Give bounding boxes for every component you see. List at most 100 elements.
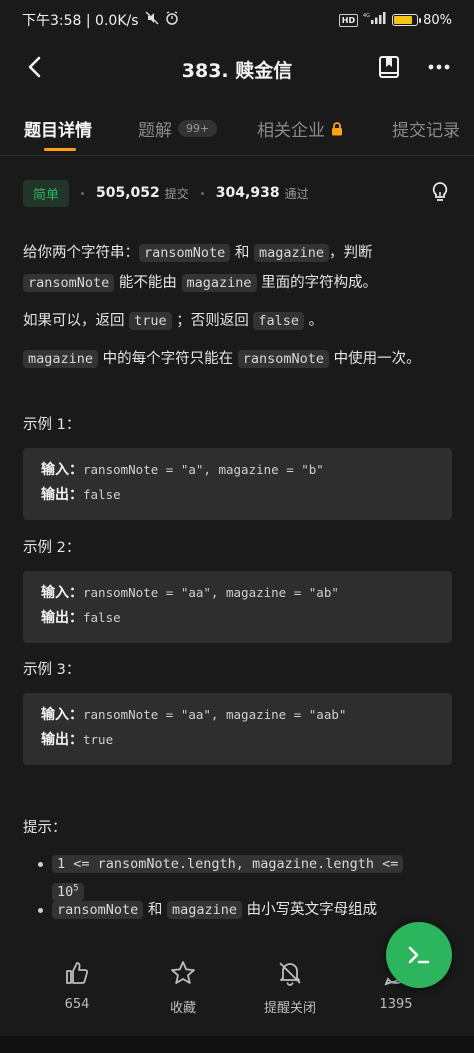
hint-lightbulb-button[interactable] (431, 181, 449, 207)
inline-code: ransomNote (23, 274, 115, 292)
example-output: true (83, 732, 114, 747)
battery-icon (392, 14, 422, 26)
example-input: ransomNote = "a", magazine = "b" (83, 462, 324, 477)
tab-companies-label: 相关企业 (257, 121, 325, 141)
difficulty-badge: 简单 (23, 179, 70, 207)
example-1-title: 示例 1： (23, 417, 81, 433)
text: 和 (147, 902, 163, 918)
text: 给你两个字符串： (23, 245, 139, 261)
more-button[interactable] (424, 52, 454, 82)
favorite-button[interactable]: 收藏 (138, 957, 228, 1016)
inline-code: magazine (167, 901, 243, 919)
inline-code: ransomNote (139, 244, 231, 262)
like-count: 654 (64, 997, 90, 1012)
status-right: HD 4G 80% (338, 11, 452, 29)
lightbulb-icon (432, 182, 448, 201)
inline-code: magazine (254, 244, 330, 262)
text: ，判断 (329, 245, 373, 261)
alarm-icon (165, 11, 179, 29)
status-bar: 下午3:58 | 0.0K/s HD 4G 80% (0, 0, 474, 40)
inline-code: true (129, 312, 172, 330)
battery-percent: 80% (423, 12, 452, 28)
lock-icon (332, 121, 342, 135)
separator-dot (200, 191, 204, 195)
input-label: 输入： (41, 585, 83, 601)
text: 里面的字符构成。 (261, 275, 378, 291)
example-1-box: 输入：ransomNote = "a", magazine = "b" 输出：f… (23, 448, 452, 520)
system-nav-bar (0, 1036, 474, 1053)
tab-solutions-label: 题解 (138, 121, 172, 141)
bell-off-icon (279, 962, 301, 986)
text: 由小写英文字母组成 (246, 902, 378, 918)
example-output: false (83, 487, 121, 502)
description-paragraph-2: 如果可以，返回 true ；否则返回 false 。 (23, 306, 453, 336)
input-label: 输入： (41, 462, 83, 478)
inline-code: ransomNote (237, 350, 330, 368)
reminder-button[interactable]: 提醒关闭 (245, 957, 335, 1016)
tab-companies[interactable]: 相关企业 (257, 116, 343, 141)
thumbs-up-icon (66, 962, 89, 984)
like-button[interactable]: 654 (32, 957, 122, 1012)
example-input: ransomNote = "aa", magazine = "aab" (83, 707, 347, 722)
text: 中使用一次。 (333, 351, 421, 367)
text: 。 (308, 313, 324, 329)
active-tab-indicator (44, 148, 76, 151)
accepted-count: 304,938 (215, 185, 280, 201)
hints-title: 提示： (23, 820, 67, 836)
example-input: ransomNote = "aa", magazine = "ab" (83, 585, 339, 600)
text: 中的每个字符只能在 (102, 351, 234, 367)
accepted-label: 通过 (284, 186, 309, 201)
bullet (38, 862, 43, 867)
input-label: 输入： (41, 707, 83, 723)
hd-badge: HD (338, 13, 359, 27)
mute-icon (145, 11, 159, 29)
problem-description: 给你两个字符串： ransomNote 和 magazine ，判断 ransomN… (23, 238, 453, 382)
tab-submissions-label: 提交记录 (392, 121, 460, 141)
tab-description-label: 题目详情 (24, 121, 92, 141)
text: 能不能由 (118, 275, 177, 291)
output-label: 输出： (41, 732, 83, 748)
inline-code: magazine (181, 274, 257, 292)
text: 如果可以，返回 (23, 313, 125, 329)
top-header: 383. 赎金信 (0, 40, 474, 96)
inline-code: magazine (23, 350, 99, 368)
comment-count: 1395 (379, 997, 413, 1012)
more-icon (428, 64, 450, 70)
stats-row: 简单 505,052 提交 304,938 通过 (23, 178, 453, 208)
output-label: 输出： (41, 610, 83, 626)
separator-dot (81, 191, 85, 195)
status-left: 下午3:58 | 0.0K/s (22, 10, 179, 30)
description-paragraph-3: magazine 中的每个字符只能在 ransomNote 中使用一次。 (23, 344, 453, 374)
output-label: 输出： (41, 487, 83, 503)
example-2-box: 输入：ransomNote = "aa", magazine = "ab" 输出… (23, 571, 452, 643)
inline-code: false (253, 312, 304, 330)
submissions-label: 提交 (164, 186, 189, 201)
favorite-label: 收藏 (169, 1001, 196, 1016)
example-3-title: 示例 3： (23, 662, 81, 678)
bullet (38, 908, 43, 913)
tab-submissions[interactable]: 提交记录 (392, 116, 460, 141)
submissions-count: 505,052 (96, 185, 160, 201)
tab-description[interactable]: 题目详情 (24, 116, 92, 141)
example-2-title: 示例 2： (23, 540, 81, 556)
code-editor-button[interactable] (386, 922, 452, 988)
hint-item-2: ransomNote 和 magazine 由小写英文字母组成 (38, 898, 378, 922)
text: 和 (234, 245, 250, 261)
terminal-icon (408, 946, 430, 964)
example-output: false (83, 610, 121, 625)
hint-item-1: 1 <= ransomNote.length, magazine.length … (38, 852, 452, 904)
inline-code: ransomNote (52, 901, 144, 919)
star-icon (171, 961, 195, 984)
reminder-label: 提醒关闭 (263, 1001, 316, 1016)
power-exponent: 5 (73, 883, 79, 893)
status-time-speed: 下午3:58 | 0.0K/s (22, 13, 139, 29)
example-3-box: 输入：ransomNote = "aa", magazine = "aab" 输… (23, 693, 452, 765)
inline-code: 1 <= ransomNote.length, magazine.length … (52, 855, 404, 873)
description-paragraph-1: 给你两个字符串： ransomNote 和 magazine ，判断 ransomN… (23, 238, 453, 298)
notebook-button[interactable] (374, 52, 404, 82)
svg-text:4G: 4G (363, 13, 370, 19)
solutions-count-badge: 99+ (178, 120, 218, 137)
tab-solutions[interactable]: 题解 99+ (138, 116, 218, 141)
book-icon (379, 56, 399, 78)
tab-bar: 题目详情 题解 99+ 相关企业 提交记录 (0, 106, 474, 156)
